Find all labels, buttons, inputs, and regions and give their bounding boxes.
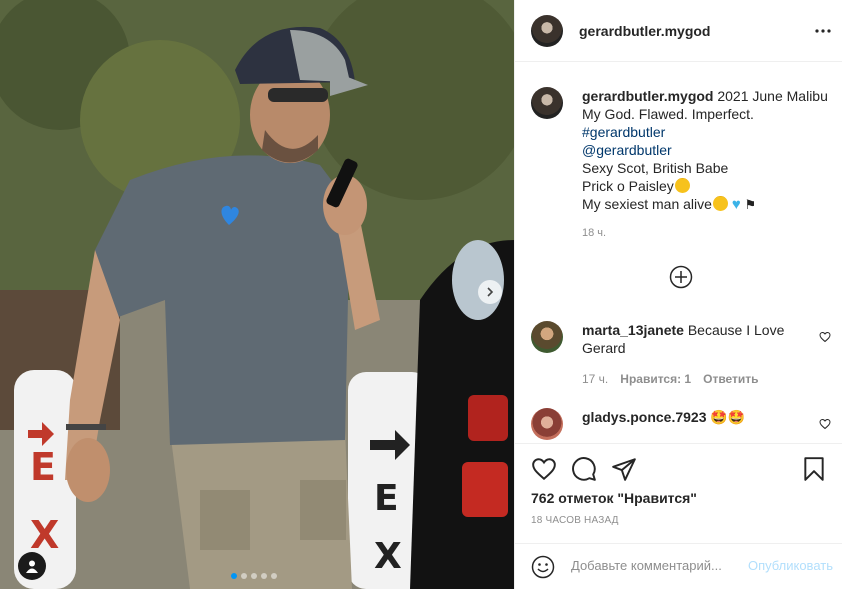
caption-text: gerardbutler.mygod 2021 June Malibu My G… (582, 87, 842, 214)
publish-button[interactable]: Опубликовать (748, 558, 833, 573)
share-paper-plane-icon[interactable] (611, 456, 637, 482)
comment-text: marta_13janete Because I Love Gerard (582, 321, 802, 357)
more-horizontal-icon (815, 29, 831, 33)
comment-input[interactable] (571, 558, 741, 573)
svg-text:E: E (30, 445, 56, 489)
heart-outline-icon[interactable] (819, 418, 831, 430)
caption-line-7: My sexiest man alive (582, 196, 712, 212)
hashtag-link[interactable]: #gerardbutler (582, 123, 842, 141)
post-timestamp[interactable]: 18 часов назад (531, 515, 619, 526)
flag-icon: ⚑ (744, 197, 757, 212)
post-side-panel: gerardbutler.mygod gerardbutler.mygod 20… (514, 0, 842, 589)
caption-line-6: Prick o Paisley (582, 178, 674, 194)
mention-link[interactable]: @gerardbutler (582, 141, 842, 159)
author-avatar[interactable] (531, 14, 563, 47)
comments-list[interactable]: gerardbutler.mygod 2021 June Malibu My G… (515, 63, 842, 442)
likes-count[interactable]: 762 отметок "Нравится" (531, 490, 697, 506)
heart-outline-icon[interactable] (819, 331, 831, 343)
svg-text:E: E (374, 478, 399, 519)
carousel-indicator (231, 573, 277, 579)
caption-line-1: 2021 June Malibu (717, 88, 828, 104)
commenter-avatar[interactable] (531, 408, 563, 440)
comment-body: 🤩🤩 (710, 409, 746, 425)
plus-circle-icon (669, 265, 693, 289)
emoji-smile-icon[interactable] (531, 555, 555, 579)
bookmark-icon[interactable] (801, 456, 827, 482)
svg-text:X: X (30, 513, 59, 557)
smile-emoji-icon (712, 196, 728, 211)
post-photo[interactable]: E X E X (0, 0, 514, 589)
more-options-button[interactable] (811, 19, 835, 43)
reply-button[interactable]: Ответить (703, 372, 758, 386)
kiss-emoji-icon (674, 178, 690, 193)
caption-line-2: My God. Flawed. Imperfect. (582, 106, 754, 122)
caption-line-5: Sexy Scot, British Babe (582, 160, 729, 176)
post-header: gerardbutler.mygod (515, 0, 842, 62)
svg-text:X: X (374, 536, 402, 577)
comment-item: gladys.ponce.7923 🤩🤩 (531, 408, 831, 442)
carousel-next-button[interactable] (478, 280, 502, 304)
commenter-avatar[interactable] (531, 321, 563, 353)
carousel-dot (231, 573, 237, 579)
caption-author-avatar[interactable] (531, 87, 563, 119)
caption-timestamp[interactable]: 18 ч. (582, 227, 606, 239)
like-heart-icon[interactable] (531, 456, 557, 482)
carousel-dot (271, 573, 277, 579)
carousel-dot (251, 573, 257, 579)
tagged-users-button[interactable] (18, 552, 46, 580)
commenter-username[interactable]: gladys.ponce.7923 (582, 409, 707, 425)
comment-time[interactable]: 17 ч. (582, 372, 608, 386)
post-actions: 762 отметок "Нравится" 18 часов назад (515, 443, 842, 526)
action-icons (531, 456, 827, 482)
author-username[interactable]: gerardbutler.mygod (579, 23, 710, 39)
photo-scene: E X E X (0, 0, 514, 589)
commenter-username[interactable]: marta_13janete (582, 322, 684, 338)
caption-author[interactable]: gerardbutler.mygod (582, 88, 713, 104)
add-comment-bar: Опубликовать (515, 543, 842, 589)
load-more-comments-button[interactable] (669, 265, 693, 289)
comment-text: gladys.ponce.7923 🤩🤩 (582, 408, 802, 426)
comment-likes-count[interactable]: Нравится: 1 (620, 372, 691, 386)
carousel-dot (241, 573, 247, 579)
carousel-dot (261, 573, 267, 579)
comment-meta: 17 ч. Нравится: 1 Ответить (582, 372, 759, 386)
comment-bubble-icon[interactable] (571, 456, 597, 482)
comment-item: marta_13janete Because I Love Gerard 17 … (531, 321, 831, 391)
blue-heart-icon: ♥ (731, 196, 741, 213)
chevron-right-icon (487, 287, 494, 297)
user-icon (26, 560, 38, 573)
